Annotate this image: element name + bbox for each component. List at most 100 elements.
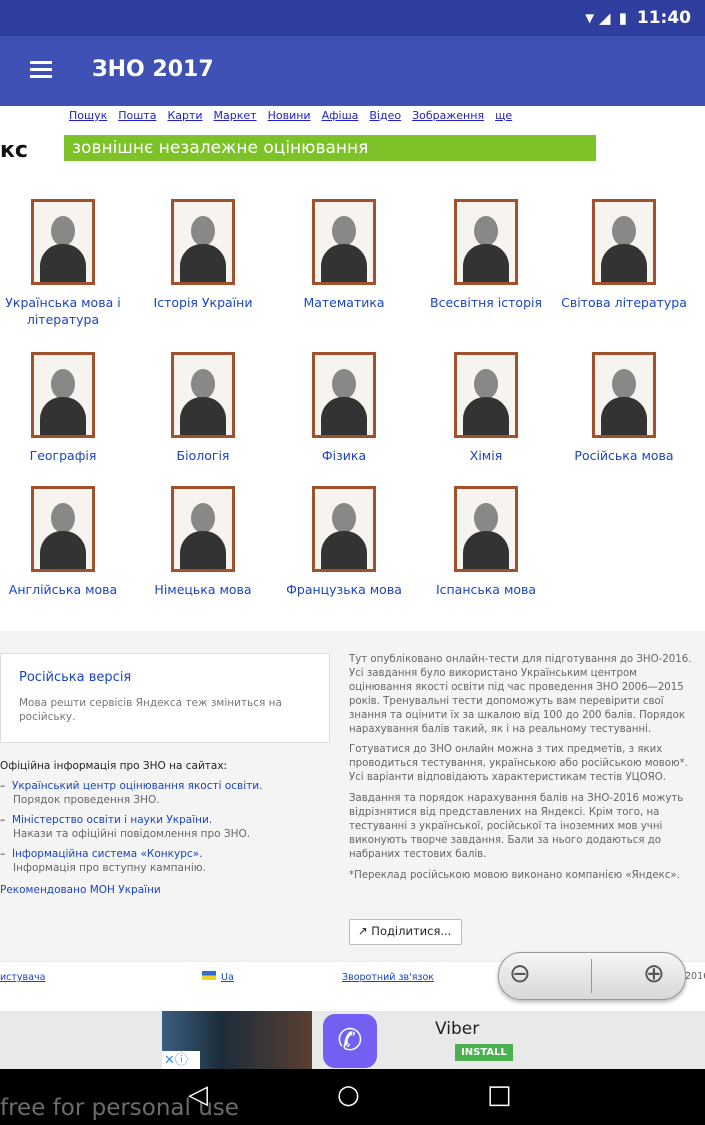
recents-icon[interactable]: □: [487, 1080, 512, 1110]
signal-battery-icons: ▼◢ ▮: [582, 10, 629, 27]
app-bar: ЗНО 2017: [0, 36, 705, 106]
subject-name: Німецька мова: [154, 582, 252, 597]
subject-name: Географія: [29, 448, 97, 463]
desc-paragraph: *Переклад російською мовою виконано комп…: [349, 869, 680, 881]
subject-name: Англійська мова: [8, 582, 118, 597]
official-info: Офіційна інформація про ЗНО на сайтах: –…: [0, 759, 340, 897]
subject-name: Світова література: [561, 295, 687, 310]
subject-ukrainian[interactable]: Українська мова і література: [0, 199, 133, 328]
yandex-top-links: Пошук Пошта Карти Маркет Новини Афіша Відео Зоб…: [69, 109, 523, 122]
subject-name: Математика: [303, 295, 385, 310]
subject-world-history[interactable]: Всесвітня історія: [416, 199, 556, 311]
portrait-image: [312, 352, 376, 438]
subject-name: Французька мова: [286, 582, 402, 597]
subject-name: Фізика: [321, 448, 367, 463]
info-desc: Порядок проведення ЗНО.: [13, 794, 160, 806]
info-desc: Інформація про вступну кампанію.: [13, 862, 206, 874]
web-content: Пошук Пошта Карти Маркет Новини Афіша Відео Зоб…: [0, 106, 705, 1011]
link-news[interactable]: Новини: [268, 109, 311, 122]
navigation-bar: free for personal use ◁ ○ □: [0, 1069, 705, 1125]
portrait-image: [312, 199, 376, 285]
footer-feedback[interactable]: Зворотний зв'язок: [342, 972, 434, 983]
desc-paragraph: Готуватися до ЗНО онлайн можна з тих пре…: [349, 744, 688, 784]
link-search[interactable]: Пошук: [69, 109, 107, 122]
info-link-ministry[interactable]: Міністерство освіти і науки України.: [12, 814, 212, 826]
link-market[interactable]: Маркет: [214, 109, 257, 122]
russian-version-link[interactable]: Російська версія: [19, 670, 131, 685]
subject-history-ukraine[interactable]: Історія України: [133, 199, 273, 311]
portrait-image: [454, 199, 518, 285]
link-mail[interactable]: Пошта: [118, 109, 156, 122]
subject-russian[interactable]: Російська мова: [554, 352, 694, 464]
info-item: – Міністерство освіти і науки України. Н…: [0, 813, 340, 841]
share-icon: ↗: [358, 924, 372, 938]
description: Тут опубліковано онлайн-тести для підгот…: [349, 653, 701, 890]
subject-geography[interactable]: Географія: [0, 352, 133, 464]
link-afisha[interactable]: Афіша: [322, 109, 359, 122]
dash: –: [0, 814, 12, 826]
portrait-image: [171, 352, 235, 438]
zoom-in-icon[interactable]: ⊕: [643, 959, 665, 989]
subject-name: Хімія: [469, 448, 503, 463]
subject-french[interactable]: Французька мова: [274, 486, 414, 598]
subject-math[interactable]: Математика: [274, 199, 414, 311]
share-label: Поділитися...: [371, 924, 452, 938]
install-button[interactable]: INSTALL: [455, 1044, 513, 1061]
info-link-konkurs[interactable]: Інформаційна система «Конкурс».: [12, 848, 202, 860]
subject-world-literature[interactable]: Світова література: [554, 199, 694, 311]
link-images[interactable]: Зображення: [412, 109, 484, 122]
zoom-out-icon[interactable]: ⊖: [509, 959, 531, 989]
info-item: – Інформаційна система «Конкурс». Інформ…: [0, 847, 340, 875]
yandex-logo[interactable]: кс: [0, 138, 28, 163]
subject-name: Всесвітня історія: [430, 295, 542, 310]
info-link-ucoyao[interactable]: Український центр оцінювання якості осві…: [12, 780, 263, 792]
zoom-control: ⊖ ⊕: [498, 952, 686, 1000]
zno-banner: зовнішнє незалежне оцінювання: [64, 135, 596, 161]
russian-version-desc: Мова решти сервісів Яндекса теж змінитьс…: [19, 697, 282, 723]
official-info-heading: Офіційна інформація про ЗНО на сайтах:: [0, 760, 228, 772]
menu-icon[interactable]: [30, 61, 52, 79]
portrait-image: [171, 199, 235, 285]
footer-user-agreement[interactable]: истувача: [0, 972, 45, 983]
link-video[interactable]: Відео: [369, 109, 401, 122]
ad-banner[interactable]: ✕ⓘ ✆ Viber INSTALL: [0, 1011, 705, 1069]
link-more[interactable]: ще: [495, 109, 512, 122]
subject-chemistry[interactable]: Хімія: [416, 352, 556, 464]
share-button[interactable]: ↗ Поділитися...: [349, 919, 463, 945]
portrait-image: [31, 486, 95, 572]
subject-name: Українська мова і література: [5, 295, 121, 327]
russian-version-box[interactable]: Російська версія Мова решти сервісів Янд…: [0, 653, 330, 743]
status-time: 11:40: [636, 8, 691, 28]
portrait-image: [454, 486, 518, 572]
info-section: Російська версія Мова решти сервісів Янд…: [0, 631, 705, 961]
link-maps[interactable]: Карти: [167, 109, 202, 122]
footer-lang-ua[interactable]: Ua: [221, 972, 234, 983]
back-icon[interactable]: ◁: [188, 1080, 208, 1110]
portrait-image: [454, 352, 518, 438]
app-title: ЗНО 2017: [92, 57, 214, 82]
home-icon[interactable]: ○: [337, 1080, 360, 1110]
footer-year: 2016: [685, 971, 705, 982]
viber-logo-icon: ✆: [323, 1014, 377, 1068]
status-bar: ▼◢ ▮ 11:40: [0, 0, 705, 36]
subject-name: Іспанська мова: [435, 582, 537, 597]
desc-paragraph: Тут опубліковано онлайн-тести для підгот…: [349, 654, 692, 735]
subject-name: Біологія: [176, 448, 230, 463]
subject-spanish[interactable]: Іспанська мова: [416, 486, 556, 598]
portrait-image: [592, 199, 656, 285]
desc-paragraph: Завдання та порядок нарахування балів на…: [349, 793, 684, 860]
portrait-image: [31, 199, 95, 285]
portrait-image: [312, 486, 376, 572]
dash: –: [0, 780, 12, 792]
subject-german[interactable]: Німецька мова: [133, 486, 273, 598]
subject-biology[interactable]: Біологія: [133, 352, 273, 464]
portrait-image: [31, 352, 95, 438]
portrait-image: [592, 352, 656, 438]
ad-app-name: Viber: [435, 1019, 480, 1039]
info-item: – Український центр оцінювання якості ос…: [0, 779, 340, 807]
subject-physics[interactable]: Фізика: [274, 352, 414, 464]
ad-close-icon[interactable]: ✕ⓘ: [162, 1051, 200, 1069]
info-desc: Накази та офіційні повідомлення про ЗНО.: [13, 828, 251, 840]
subject-english[interactable]: Англійська мова: [0, 486, 133, 598]
recommended-link[interactable]: Рекомендовано МОН України: [0, 883, 340, 897]
